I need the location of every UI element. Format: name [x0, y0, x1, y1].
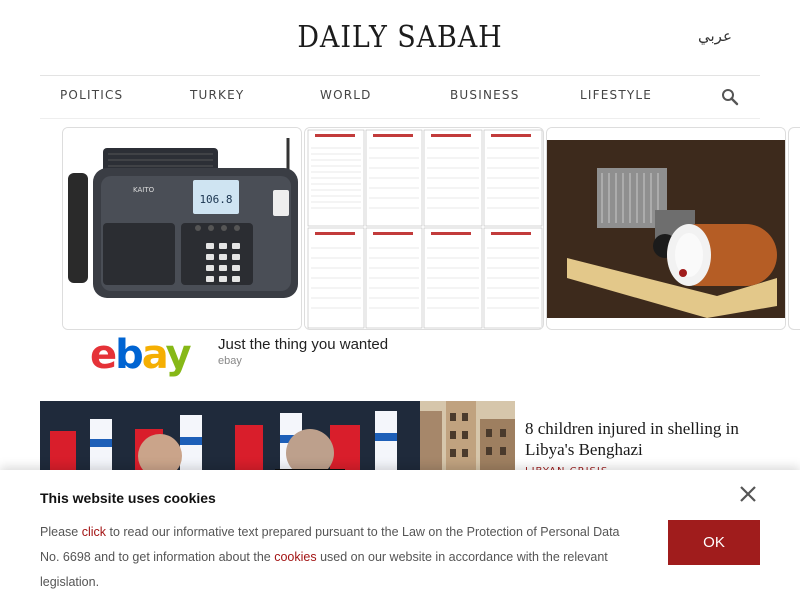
header-divider: [40, 75, 760, 76]
cookie-ok-button[interactable]: OK: [668, 520, 760, 565]
ad-headline[interactable]: Just the thing you wanted: [218, 336, 388, 353]
stat-cards-image: [305, 128, 543, 329]
close-icon[interactable]: [738, 484, 758, 504]
nav-item-politics[interactable]: POLITICS: [60, 88, 123, 102]
main-nav: POLITICS TURKEY WORLD BUSINESS LIFESTYLE: [0, 88, 800, 106]
nav-item-business[interactable]: BUSINESS: [450, 88, 520, 102]
ad-product-next[interactable]: [788, 127, 800, 330]
nav-item-turkey[interactable]: TURKEY: [190, 88, 244, 102]
radio-display-text: 106.8: [199, 193, 232, 206]
ad-product-cards[interactable]: [304, 127, 544, 330]
nav-item-lifestyle[interactable]: LIFESTYLE: [580, 88, 652, 102]
cookie-text: Please click to read our informative tex…: [40, 520, 640, 595]
language-link-arabic[interactable]: عربي: [698, 27, 732, 45]
ad-source[interactable]: ebay: [218, 355, 242, 367]
cookie-text-part-1: Please: [40, 525, 82, 539]
search-icon[interactable]: [721, 88, 739, 106]
cookie-title: This website uses cookies: [40, 490, 216, 506]
nav-divider: [40, 118, 760, 119]
cookie-click-link[interactable]: click: [82, 525, 106, 539]
ebay-letter-e: e: [90, 332, 117, 378]
cookies-link[interactable]: cookies: [274, 550, 316, 564]
news-lead-image[interactable]: [40, 401, 420, 481]
ad-product-radio[interactable]: KAITO 106.8: [62, 127, 302, 330]
radio-kit-image: [547, 128, 785, 329]
benghazi-photo: [420, 401, 515, 481]
site-logo[interactable]: DAILY SABAH: [40, 20, 760, 55]
ad-product-radio-kit[interactable]: [546, 127, 786, 330]
cookie-banner: This website uses cookies Please click t…: [0, 470, 800, 600]
nav-item-world[interactable]: WORLD: [320, 88, 372, 102]
news-headline[interactable]: 8 children injured in shelling in Libya'…: [525, 418, 745, 460]
news-thumbnail[interactable]: [420, 401, 515, 481]
ebay-logo[interactable]: ebay: [90, 332, 192, 378]
ebay-letter-y: y: [165, 332, 192, 378]
flags-photo: [40, 401, 420, 481]
ebay-letter-b: b: [115, 332, 144, 378]
radio-image: KAITO 106.8: [63, 128, 301, 329]
ebay-letter-a: a: [141, 332, 168, 378]
svg-text:KAITO: KAITO: [133, 186, 155, 194]
